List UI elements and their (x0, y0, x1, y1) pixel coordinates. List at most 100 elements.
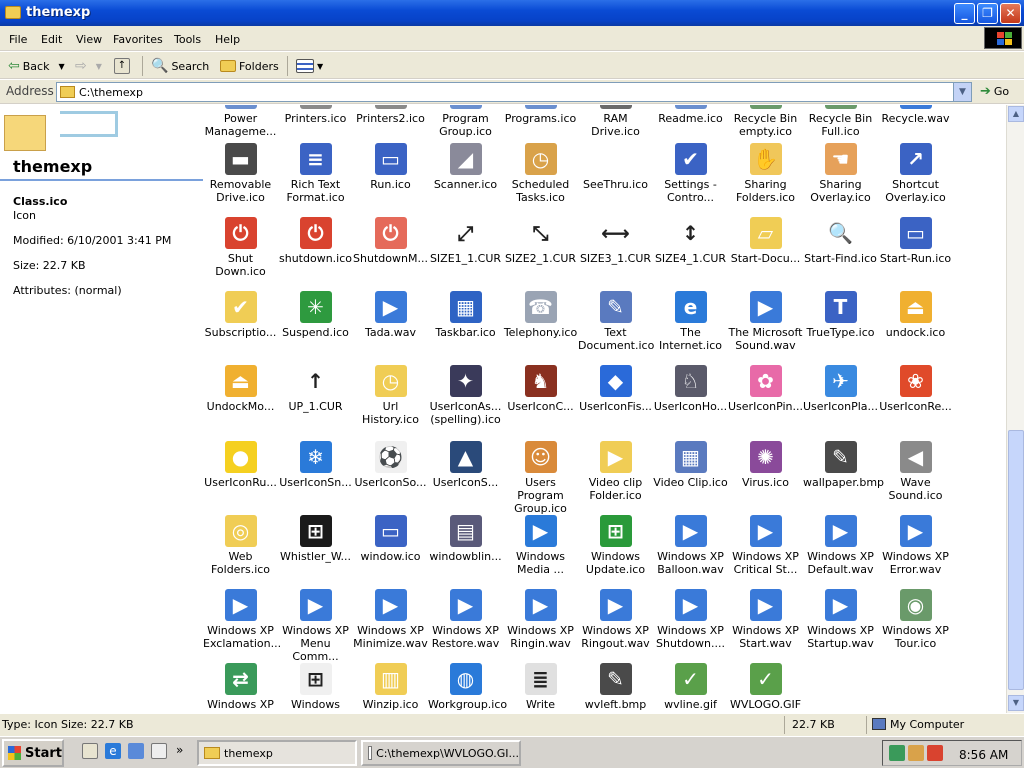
file-item[interactable]: ⊞ Windows (278, 663, 353, 711)
file-item[interactable]: ≡ Rich Text Format.ico (278, 143, 353, 204)
up-folder-button[interactable]: ↑ (114, 56, 130, 76)
file-item[interactable]: ✺ Virus.ico (728, 441, 803, 489)
title-bar[interactable]: themexp _ ❐ ✕ (0, 0, 1024, 26)
file-item[interactable]: ▶ Windows XP Critical St... (728, 515, 803, 576)
menu-tools[interactable]: Tools (174, 33, 201, 46)
file-item[interactable]: Printers.ico (278, 105, 353, 125)
file-item[interactable]: ❄ UserIconSn... (278, 441, 353, 489)
file-item[interactable]: ✔ Subscriptio... (203, 291, 278, 339)
task-wvlogo[interactable]: C:\themexp\WVLOGO.GI... (361, 740, 521, 766)
go-button[interactable]: ➔ Go (980, 84, 1009, 99)
file-item[interactable]: ● UserIconRu... (203, 441, 278, 489)
file-item[interactable]: ✔ Settings - Contro... (653, 143, 728, 204)
file-item[interactable]: ▶ Windows XP Error.wav (878, 515, 953, 576)
file-item[interactable]: ✎ wvleft.bmp (578, 663, 653, 711)
file-item[interactable]: ✿ UserIconPin... (728, 365, 803, 413)
vertical-scrollbar[interactable]: ▲ ▼ (1006, 105, 1024, 713)
file-item[interactable]: ⏻ ShutdownM... (353, 217, 428, 265)
file-item[interactable]: ▭ window.ico (353, 515, 428, 563)
file-item[interactable]: ▶ Windows XP Start.wav (728, 589, 803, 650)
file-item[interactable]: ✦ UserIconAs... (spelling).ico (428, 365, 503, 426)
file-item[interactable]: ⏏ undock.ico (878, 291, 953, 339)
file-item[interactable]: ◆ UserIconFis... (578, 365, 653, 413)
file-item[interactable]: ✎ wallpaper.bmp (803, 441, 884, 489)
file-item[interactable]: ◢ Scanner.ico (428, 143, 503, 191)
network-tray-icon[interactable] (889, 745, 905, 761)
file-item[interactable]: ❀ UserIconRe... (878, 365, 953, 413)
file-item[interactable]: ♘ UserIconHo... (653, 365, 728, 413)
outlook-express-icon[interactable] (128, 743, 144, 759)
file-item[interactable]: ▶ Video clip Folder.ico (578, 441, 653, 502)
menu-favorites[interactable]: Favorites (113, 33, 163, 46)
tray-icon-2[interactable] (927, 745, 943, 761)
file-item[interactable]: ▤ windowblin... (428, 515, 503, 563)
file-item[interactable]: ▶ Windows XP Ringout.wav (578, 589, 653, 650)
file-item[interactable]: ◷ Url History.ico (353, 365, 428, 426)
file-item[interactable]: ◀ Wave Sound.ico (878, 441, 953, 502)
file-item[interactable]: ☺ Users Program Group.ico (503, 441, 578, 515)
menu-edit[interactable]: Edit (41, 33, 62, 46)
file-item[interactable]: Recycle Bin empty.ico (728, 105, 803, 138)
file-item[interactable]: ▱ Start-Docu... (728, 217, 803, 265)
file-item[interactable]: ✈ UserIconPla... (803, 365, 878, 413)
file-item[interactable]: ⟷ SIZE3_1.CUR (578, 217, 653, 265)
file-item[interactable]: ✓ WVLOGO.GIF (728, 663, 803, 711)
file-item[interactable]: ▶ Windows XP Balloon.wav (653, 515, 728, 576)
show-desktop-icon[interactable] (82, 743, 98, 759)
file-item[interactable]: ⚽ UserIconSo... (353, 441, 428, 489)
file-item[interactable]: ▥ Winzip.ico (353, 663, 428, 711)
file-item[interactable]: ▦ Video Clip.ico (653, 441, 728, 489)
file-item[interactable]: ✎ Text Document.ico (578, 291, 654, 352)
search-button[interactable]: 🔍 Search (151, 56, 209, 76)
tray-icon[interactable] (908, 745, 924, 761)
file-item[interactable]: ⊞ Windows Update.ico (578, 515, 653, 576)
file-item[interactable]: ▭ Run.ico (353, 143, 428, 191)
file-item[interactable]: ⏏ UndockMo... (203, 365, 278, 413)
scroll-up-button[interactable]: ▲ (1008, 106, 1024, 122)
explorer-icon[interactable] (151, 743, 167, 759)
menu-file[interactable]: File (9, 33, 27, 46)
scroll-thumb[interactable] (1008, 430, 1024, 690)
file-item[interactable]: ⤡ SIZE2_1.CUR (503, 217, 578, 265)
file-item[interactable]: ⇄ Windows XP (203, 663, 278, 711)
file-item[interactable]: Program Group.ico (428, 105, 503, 138)
file-item[interactable]: ◍ Workgroup.ico (428, 663, 507, 711)
file-item[interactable]: Programs.ico (503, 105, 578, 125)
file-item[interactable]: ▶ Windows Media ... (503, 515, 578, 576)
quicklaunch-overflow[interactable]: » (176, 743, 183, 757)
file-item[interactable]: e The Internet.ico (653, 291, 728, 352)
file-item[interactable]: ↗ Shortcut Overlay.ico (878, 143, 953, 204)
file-item[interactable]: ▭ Start-Run.ico (878, 217, 953, 265)
file-item[interactable]: ☚ Sharing Overlay.ico (803, 143, 878, 204)
start-button[interactable]: Start (2, 739, 64, 767)
file-item[interactable]: ▶ Windows XP Ringin.wav (503, 589, 578, 650)
file-item[interactable]: ✓ wvline.gif (653, 663, 728, 711)
minimize-button[interactable]: _ (954, 3, 975, 24)
file-item[interactable]: ▶ Tada.wav (353, 291, 428, 339)
file-item[interactable]: RAM Drive.ico (578, 105, 653, 138)
chevron-down-icon[interactable]: ▼ (58, 62, 64, 71)
file-item[interactable]: ◷ Scheduled Tasks.ico (503, 143, 578, 204)
file-item[interactable]: ▦ Taskbar.ico (428, 291, 503, 339)
views-button[interactable]: ▼ (296, 56, 323, 76)
file-item[interactable]: ⏻ shutdown.ico (278, 217, 353, 265)
file-item[interactable]: ✋ Sharing Folders.ico (728, 143, 803, 204)
file-item[interactable]: ▶ Windows XP Startup.wav (803, 589, 878, 650)
file-item[interactable]: Printers2.ico (353, 105, 428, 125)
file-item[interactable]: ▶ Windows XP Menu Comm... (278, 589, 353, 663)
folders-button[interactable]: Folders (220, 56, 279, 76)
file-item[interactable]: Power Manageme... (203, 105, 278, 138)
file-item[interactable]: ▶ Windows XP Minimize.wav (353, 589, 428, 650)
file-item[interactable]: ◎ Web Folders.ico (203, 515, 278, 576)
address-input[interactable]: C:\themexp ▼ (56, 82, 972, 102)
file-item[interactable]: ☎ Telephony.ico (503, 291, 578, 339)
file-item[interactable]: Recycle Bin Full.ico (803, 105, 878, 138)
file-item[interactable]: ▶ Windows XP Default.wav (803, 515, 878, 576)
chevron-down-icon[interactable]: ▼ (953, 83, 971, 101)
file-item[interactable]: Recycle.wav (878, 105, 953, 125)
file-item[interactable]: 🔍 Start-Find.ico (803, 217, 878, 265)
file-item[interactable]: ▶ Windows XP Shutdown.... (653, 589, 728, 650)
file-item[interactable]: ⏻ Shut Down.ico (203, 217, 278, 278)
file-item[interactable]: ↕ SIZE4_1.CUR (653, 217, 728, 265)
file-item[interactable]: ≣ Write (503, 663, 578, 711)
